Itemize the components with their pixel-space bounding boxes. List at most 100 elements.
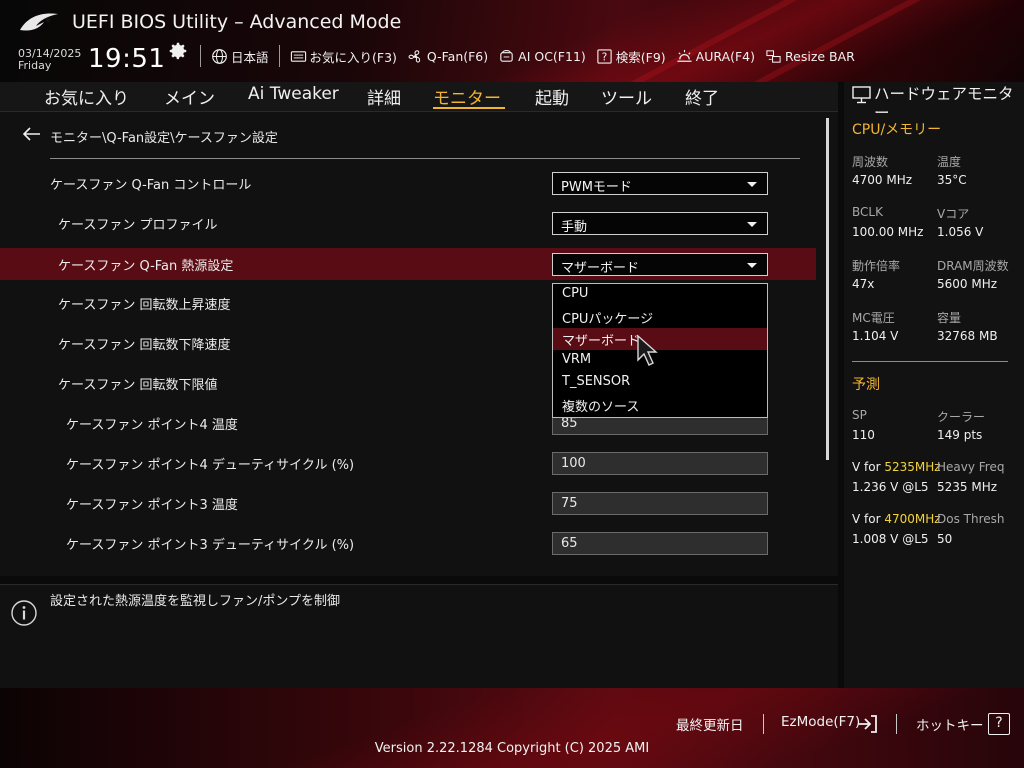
point4-duty-input[interactable]: 100 <box>552 452 768 475</box>
search-button[interactable]: ? 検索(F9) <box>596 47 666 66</box>
setting-row-point3-duty[interactable]: ケースファン ポイント3 デューティサイクル (%) 65 <box>0 527 816 559</box>
favorites-button[interactable]: お気に入り(F3) <box>290 47 397 66</box>
info-icon <box>11 600 37 626</box>
select-value: PWMモード <box>561 180 632 195</box>
hw-key-v-for-4700: V for 4700MHz <box>852 512 941 526</box>
dropdown-caret-icon <box>747 263 757 268</box>
point3-temp-input[interactable]: 75 <box>552 492 768 515</box>
hw-key-vcore: Vコア <box>937 207 970 221</box>
ai-chip-icon <box>500 49 513 62</box>
hw-value-vcore: 1.056 V <box>937 225 984 239</box>
v-freq-highlight: 5235MHz <box>884 460 941 474</box>
setting-row-fan-profile[interactable]: ケースファン プロファイル 手動 <box>0 207 816 239</box>
breadcrumb-divider <box>50 158 800 159</box>
hardware-monitor-panel: ハードウェアモニター CPU/メモリー 周波数 温度 4700 MHz 35°C… <box>844 82 1024 688</box>
hw-key-capacity: 容量 <box>937 311 962 325</box>
dropdown-option-motherboard[interactable]: マザーボード <box>553 328 767 350</box>
hw-value-dram-frequency: 5600 MHz <box>937 277 998 291</box>
point3-duty-input[interactable]: 65 <box>552 532 768 555</box>
setting-label: ケースファン ポイント3 温度 <box>66 498 238 513</box>
field-value: 85 <box>561 416 578 431</box>
hw-divider <box>852 361 1008 362</box>
field-value: 75 <box>561 496 578 511</box>
hw-value-dos-thresh: 50 <box>937 532 953 546</box>
tab-ai-tweaker[interactable]: Ai Tweaker <box>248 84 339 104</box>
hw-value-heavy-freq: 5235 MHz <box>937 480 998 494</box>
tab-favorites[interactable]: お気に入り <box>44 84 129 109</box>
hw-key-ratio: 動作倍率 <box>852 259 901 273</box>
hw-key-mc-voltage: MC電圧 <box>852 311 895 325</box>
dropdown-option-cpu[interactable]: CPU <box>553 284 767 306</box>
toolbar-separator <box>200 45 201 67</box>
qfan-button[interactable]: Q-Fan(F6) <box>407 48 488 65</box>
top-toolbar: 日本語 お気に入り(F3) Q-Fan(F6) AI OC(F11) ? 検索(… <box>200 44 865 68</box>
hotkey-question-icon[interactable]: ? <box>988 713 1010 735</box>
ezmode-button[interactable]: EzMode(F7) <box>781 714 860 730</box>
dropdown-option-t-sensor[interactable]: T_SENSOR <box>553 372 767 394</box>
hw-key-temperature: 温度 <box>937 155 962 169</box>
dropdown-option-multiple-sources[interactable]: 複数のソース <box>553 394 767 416</box>
ai-oc-label: AI OC(F11) <box>518 48 586 64</box>
help-text: 設定された熱源温度を監視しファン/ポンプを制御 <box>50 594 340 609</box>
select-value: 手動 <box>561 220 588 235</box>
heat-source-select[interactable]: マザーボード <box>552 253 768 276</box>
ai-oc-button[interactable]: AI OC(F11) <box>498 48 586 65</box>
hw-key-dos-thresh: Dos Thresh <box>937 512 1005 526</box>
resize-bar-button[interactable]: Resize BAR <box>765 48 855 65</box>
v-prefix: V for <box>852 460 885 474</box>
hw-value-cooler: 149 pts <box>937 428 983 442</box>
decor-stripe <box>738 0 1024 82</box>
hw-key-bclk: BCLK <box>852 205 883 219</box>
dropdown-caret-icon <box>747 182 757 187</box>
option-label: CPU <box>562 286 589 301</box>
option-label: VRM <box>562 352 592 367</box>
back-arrow-icon[interactable] <box>22 126 42 142</box>
scrollbar[interactable] <box>826 118 829 460</box>
setting-row-point4-duty[interactable]: ケースファン ポイント4 デューティサイクル (%) 100 <box>0 447 816 479</box>
keyboard-icon <box>290 50 306 62</box>
toolbar-separator <box>278 45 280 67</box>
tab-boot[interactable]: 起動 <box>535 84 569 109</box>
hw-section-prediction: 予測 <box>852 377 880 393</box>
setting-row-qfan-control[interactable]: ケースファン Q-Fan コントロール PWMモード <box>0 167 816 199</box>
favorites-label: お気に入り(F3) <box>309 49 397 65</box>
option-label: T_SENSOR <box>562 374 631 389</box>
setting-label: ケースファン 回転数下限値 <box>58 378 218 393</box>
last-modified-button[interactable]: 最終更新日 <box>676 714 744 734</box>
search-label: 検索(F9) <box>615 49 666 65</box>
aura-button[interactable]: AURA(F4) <box>676 48 755 65</box>
hw-key-dram-frequency: DRAM周波数 <box>937 259 1009 273</box>
tab-exit[interactable]: 終了 <box>685 84 719 109</box>
footer-separator <box>896 714 897 734</box>
tab-main[interactable]: メイン <box>164 84 215 109</box>
language-label: 日本語 <box>231 49 269 65</box>
setting-label: ケースファン 回転数上昇速度 <box>58 298 231 313</box>
hw-value-sp: 110 <box>852 428 875 442</box>
setting-label: ケースファン 回転数下降速度 <box>58 338 231 353</box>
header-bar: UEFI BIOS Utility – Advanced Mode 03/14/… <box>0 0 1024 82</box>
exit-to-ezmode-icon[interactable] <box>856 713 878 735</box>
hw-value-temperature: 35°C <box>937 173 967 187</box>
tab-advanced[interactable]: 詳細 <box>367 84 401 109</box>
setting-label: ケースファン ポイント4 温度 <box>66 418 238 433</box>
qfan-control-select[interactable]: PWMモード <box>552 172 768 195</box>
setting-row-heat-source[interactable]: ケースファン Q-Fan 熱源設定 マザーボード <box>0 248 816 280</box>
resize-bar-icon <box>766 49 781 63</box>
tab-tool[interactable]: ツール <box>601 84 652 109</box>
main-nav: お気に入り メイン Ai Tweaker 詳細 モニター 起動 ツール 終了 <box>0 82 838 112</box>
dropdown-option-cpu-package[interactable]: CPUパッケージ <box>553 306 767 328</box>
setting-label: ケースファン Q-Fan コントロール <box>50 178 252 193</box>
gear-icon[interactable] <box>167 40 189 62</box>
field-value: 65 <box>561 536 578 551</box>
decor-stripe <box>576 0 844 82</box>
hw-value-v-for-4700: 1.008 V @L5 <box>852 532 929 546</box>
hw-section-cpu-memory: CPU/メモリー <box>852 122 942 138</box>
tab-monitor[interactable]: モニター <box>433 84 501 109</box>
option-label: 複数のソース <box>562 400 640 415</box>
hotkeys-button[interactable]: ホットキー <box>916 714 984 734</box>
fan-profile-select[interactable]: 手動 <box>552 212 768 235</box>
setting-label: ケースファン Q-Fan 熱源設定 <box>58 259 234 274</box>
language-button[interactable]: 日本語 <box>211 47 269 66</box>
dropdown-option-vrm[interactable]: VRM <box>553 350 767 372</box>
setting-row-point3-temp[interactable]: ケースファン ポイント3 温度 75 <box>0 487 816 519</box>
